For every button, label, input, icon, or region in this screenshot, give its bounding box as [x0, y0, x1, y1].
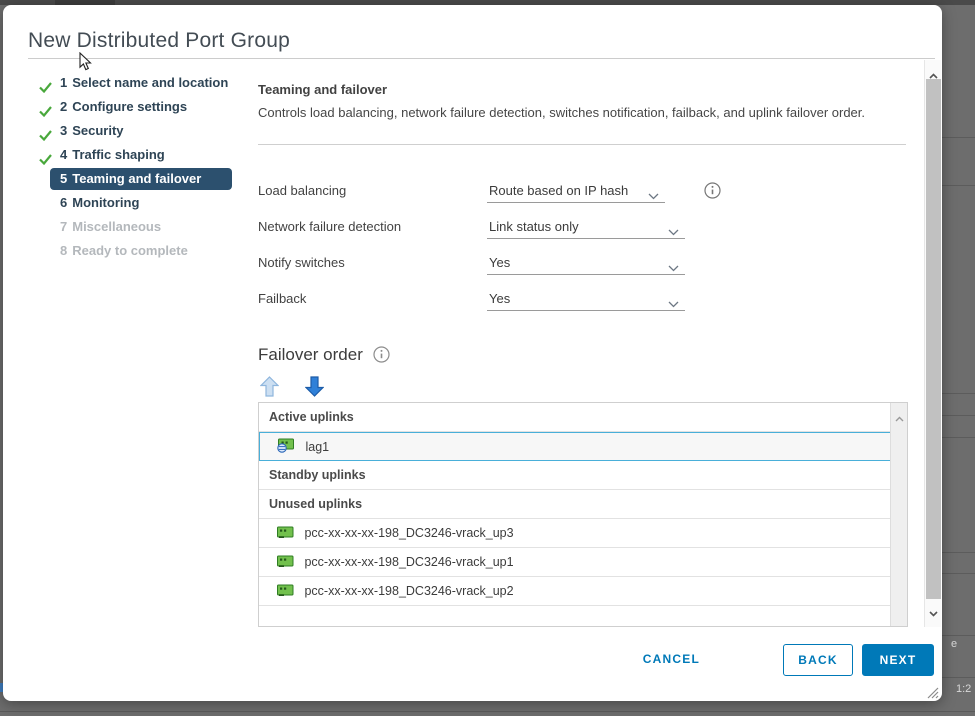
- content-scrollbar[interactable]: [924, 60, 941, 627]
- next-button[interactable]: NEXT: [862, 644, 934, 676]
- failover-order-heading: Failover order: [258, 345, 390, 368]
- uplink-item-lag1[interactable]: lag1: [259, 432, 907, 461]
- new-distributed-port-group-dialog: New Distributed Port Group 1 Select name …: [3, 5, 942, 701]
- uplink-item-up1[interactable]: pcc-xx-xx-xx-198_DC3246-vrack_up1: [259, 548, 907, 577]
- form-row-failback: Failback Yes: [258, 288, 728, 310]
- chevron-down-icon: [668, 224, 679, 239]
- background-row-line: [942, 393, 975, 394]
- uplink-name: lag1: [305, 440, 329, 454]
- step-label: Monitoring: [72, 195, 139, 210]
- background-row-line: [942, 635, 975, 636]
- page-description: Controls load balancing, network failure…: [258, 101, 910, 125]
- background-text-fragment: 1:2: [956, 683, 971, 695]
- wizard-steps-nav: 1 Select name and location 2 Configure set…: [3, 71, 253, 263]
- step-label: Select name and location: [72, 75, 228, 90]
- step-label: Configure settings: [72, 99, 187, 114]
- step-label: Ready to complete: [72, 243, 188, 258]
- chevron-down-icon: [668, 296, 679, 311]
- field-label: Failback: [258, 291, 306, 306]
- field-label: Notify switches: [258, 255, 345, 270]
- step-number: 8: [60, 243, 67, 258]
- dialog-resize-handle[interactable]: [926, 686, 939, 704]
- mouse-cursor-icon: [79, 52, 92, 76]
- uplink-group-header-active: Active uplinks: [259, 403, 907, 432]
- network-failure-detection-select[interactable]: Link status only: [487, 216, 685, 239]
- step-number: 7: [60, 219, 67, 234]
- info-icon[interactable]: [704, 182, 721, 204]
- dialog-footer: CANCEL BACK NEXT: [3, 644, 938, 678]
- uplink-item-up3[interactable]: pcc-xx-xx-xx-198_DC3246-vrack_up3: [259, 519, 907, 548]
- field-label: Network failure detection: [258, 219, 401, 234]
- background-row-line: [942, 415, 975, 416]
- move-up-icon[interactable]: [260, 376, 279, 402]
- step-number: 6: [60, 195, 67, 210]
- selected-value: Yes: [489, 291, 510, 306]
- lag-icon: [277, 442, 298, 456]
- background-row-line: [942, 185, 975, 186]
- selected-value: Link status only: [489, 219, 579, 234]
- form-row-network-failure-detection: Network failure detection Link status on…: [258, 216, 728, 238]
- wizard-step-7: 7 Miscellaneous: [3, 215, 253, 239]
- form-row-load-balancing: Load balancing Route based on IP hash: [258, 180, 728, 202]
- nic-icon: [277, 528, 297, 542]
- form-row-notify-switches: Notify switches Yes: [258, 252, 728, 274]
- chevron-down-icon: [668, 260, 679, 275]
- step-label: Security: [72, 123, 123, 138]
- step-number: 3: [60, 123, 67, 138]
- background-text-fragment: e: [951, 638, 957, 650]
- failback-select[interactable]: Yes: [487, 288, 685, 311]
- uplink-item-up2[interactable]: pcc-xx-xx-xx-198_DC3246-vrack_up2: [259, 577, 907, 606]
- field-label: Load balancing: [258, 183, 346, 198]
- step-label: Miscellaneous: [72, 219, 161, 234]
- uplink-name: pcc-xx-xx-xx-198_DC3246-vrack_up1: [304, 555, 513, 569]
- info-icon[interactable]: [373, 346, 390, 368]
- nic-icon: [277, 557, 297, 571]
- load-balancing-select[interactable]: Route based on IP hash: [487, 180, 665, 203]
- section-divider: [258, 144, 906, 145]
- move-down-icon[interactable]: [305, 376, 324, 402]
- wizard-step-5-active[interactable]: 5 Teaming and failover: [50, 168, 232, 190]
- background-row-line: [942, 573, 975, 574]
- wizard-step-2[interactable]: 2 Configure settings: [3, 95, 253, 119]
- background-row-line: [942, 677, 975, 678]
- step-label: Traffic shaping: [72, 147, 164, 162]
- selected-value: Route based on IP hash: [489, 183, 628, 198]
- background-row-line: [942, 552, 975, 553]
- failover-order-list: Active uplinks lag1 Standby uplinks Unus…: [258, 402, 908, 627]
- step-number: 4: [60, 147, 67, 162]
- uplink-group-header-standby: Standby uplinks: [259, 461, 907, 490]
- uplink-list-scrollbar[interactable]: [890, 403, 907, 626]
- chevron-down-icon: [648, 188, 659, 203]
- wizard-step-4[interactable]: 4 Traffic shaping: [3, 143, 253, 167]
- title-divider: [28, 58, 935, 59]
- failover-move-toolbar: [260, 376, 346, 402]
- notify-switches-select[interactable]: Yes: [487, 252, 685, 275]
- step-label: Teaming and failover: [72, 171, 201, 186]
- wizard-step-6[interactable]: 6 Monitoring: [3, 191, 253, 215]
- background-row-line: [942, 137, 975, 138]
- wizard-step-1[interactable]: 1 Select name and location: [3, 71, 253, 95]
- nic-icon: [277, 586, 297, 600]
- cancel-button[interactable]: CANCEL: [643, 652, 700, 666]
- page-heading: Teaming and failover: [258, 82, 387, 97]
- uplink-group-header-unused: Unused uplinks: [259, 490, 907, 519]
- uplink-name: pcc-xx-xx-xx-198_DC3246-vrack_up3: [304, 526, 513, 540]
- background-row-line: [942, 437, 975, 438]
- failover-order-title: Failover order: [258, 345, 363, 364]
- wizard-step-8: 8 Ready to complete: [3, 239, 253, 263]
- scroll-down-icon[interactable]: [929, 604, 938, 622]
- selected-value: Yes: [489, 255, 510, 270]
- wizard-step-3[interactable]: 3 Security: [3, 119, 253, 143]
- dialog-title: New Distributed Port Group: [28, 29, 290, 53]
- back-button[interactable]: BACK: [783, 644, 853, 676]
- step-number: 2: [60, 99, 67, 114]
- background-bottom-line: [0, 711, 975, 712]
- uplink-name: pcc-xx-xx-xx-198_DC3246-vrack_up2: [304, 584, 513, 598]
- step-number: 1: [60, 75, 67, 90]
- scroll-up-icon[interactable]: [895, 409, 904, 427]
- scrollbar-thumb[interactable]: [926, 79, 941, 599]
- step-number: 5: [60, 171, 67, 186]
